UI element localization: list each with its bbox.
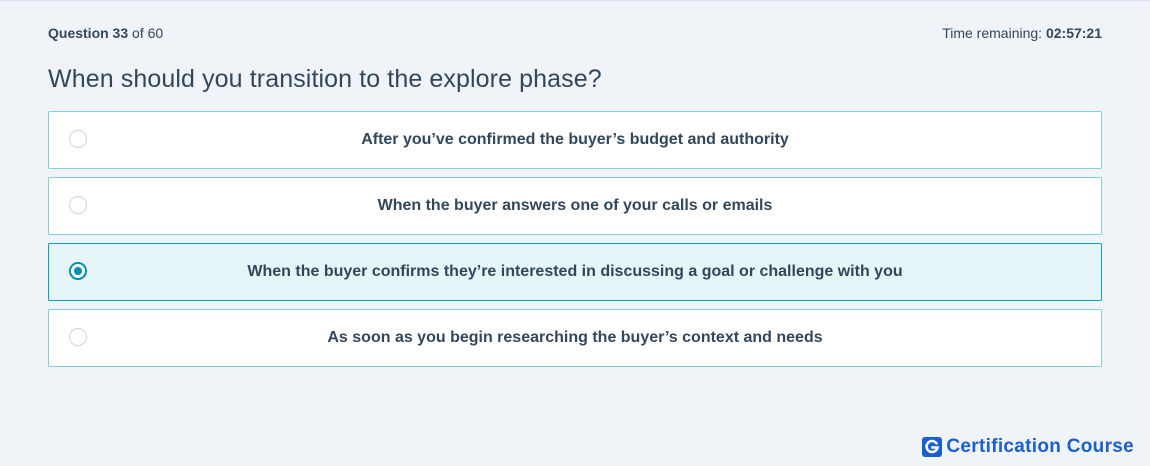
question-text: When should you transition to the explor… [48, 65, 602, 93]
time-remaining: Time remaining: 02:57:21 [942, 25, 1102, 41]
answer-option-4[interactable]: As soon as you begin researching the buy… [48, 309, 1102, 367]
timer-value: 02:57:21 [1045, 25, 1102, 41]
brand-watermark: Certification Course [922, 436, 1134, 458]
answer-option-3[interactable]: When the buyer confirms they’re interest… [48, 243, 1102, 301]
timer-label: Time remaining: [942, 25, 1043, 41]
radio-button-selected[interactable] [69, 262, 87, 280]
g-logo-icon [922, 437, 943, 457]
radio-button[interactable] [69, 328, 87, 346]
brand-text: Certification Course [946, 436, 1134, 457]
radio-button[interactable] [69, 130, 87, 148]
answer-option-1[interactable]: After you’ve confirmed the buyer’s budge… [48, 111, 1102, 169]
answer-option-label: When the buyer answers one of your calls… [377, 197, 773, 214]
answer-option-label: When the buyer confirms they’re interest… [247, 263, 903, 280]
question-number: Question 33 [48, 25, 129, 41]
radio-button[interactable] [69, 196, 87, 214]
question-total: of 60 [132, 25, 164, 41]
quiz-header: Question 33 of 60 Time remaining: 02:57:… [48, 25, 1102, 43]
answer-option-label: As soon as you begin researching the buy… [327, 329, 823, 346]
answer-option-label: After you’ve confirmed the buyer’s budge… [361, 131, 789, 148]
answer-options: After you’ve confirmed the buyer’s budge… [48, 111, 1102, 375]
question-counter: Question 33 of 60 [48, 25, 163, 41]
answer-option-2[interactable]: When the buyer answers one of your calls… [48, 177, 1102, 235]
